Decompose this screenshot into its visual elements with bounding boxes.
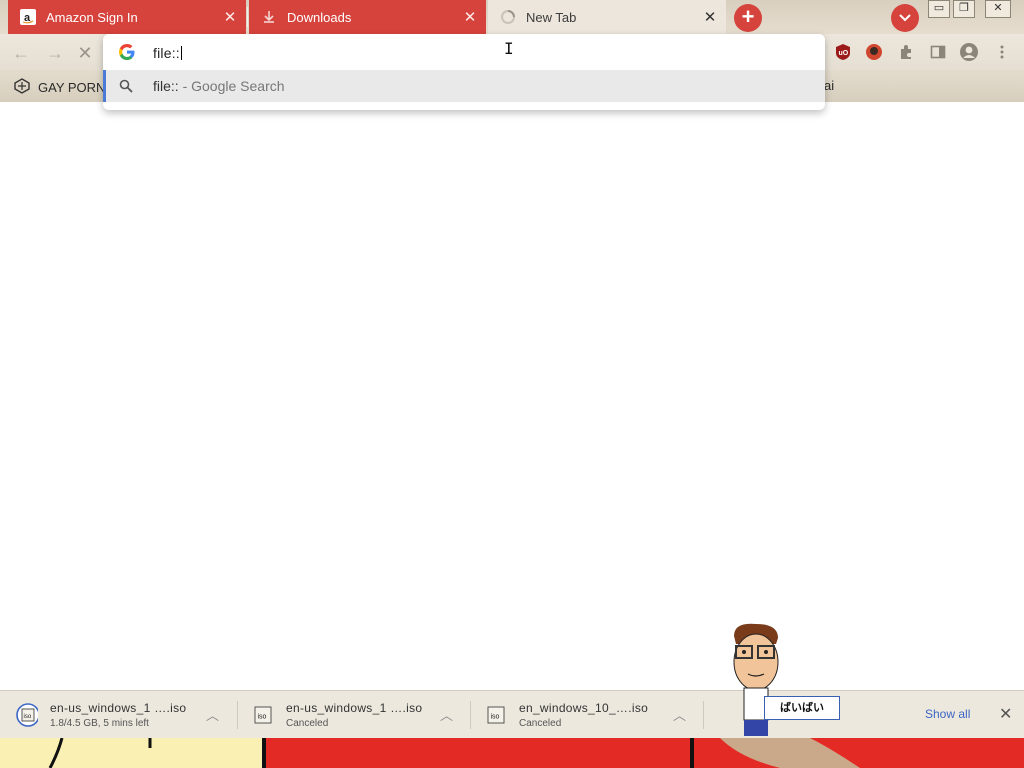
- extensions-puzzle-icon[interactable]: [896, 42, 916, 62]
- chevron-up-icon[interactable]: ︿: [206, 705, 219, 724]
- stop-loading-icon[interactable]: ✕: [74, 42, 96, 64]
- tab-close-icon[interactable]: ✕: [220, 7, 240, 27]
- back-arrow-icon[interactable]: ←: [10, 42, 32, 64]
- search-icon: [119, 79, 133, 93]
- ublock-icon[interactable]: uO: [833, 42, 853, 62]
- close-shelf-icon[interactable]: ✕: [999, 704, 1012, 724]
- chevron-down-icon: [899, 14, 911, 22]
- omnibox-suggestion[interactable]: file:: - Google Search: [103, 70, 825, 102]
- tab-title: Downloads: [287, 9, 352, 25]
- bookmark-ai[interactable]: ai: [824, 78, 834, 93]
- mouse-ibeam-cursor: I: [504, 39, 514, 58]
- minimize-button[interactable]: ▭: [928, 0, 950, 18]
- maximize-button[interactable]: ❐: [953, 0, 975, 18]
- side-panel-icon[interactable]: [928, 42, 948, 62]
- tab-strip: a Amazon Sign In ✕ Downloads ✕ New Tab ✕…: [0, 0, 1024, 34]
- profile-icon[interactable]: [959, 42, 979, 62]
- tab-new-tab[interactable]: New Tab ✕: [488, 0, 726, 34]
- svg-text:iso: iso: [258, 714, 267, 721]
- shelf-divider: [470, 701, 471, 729]
- google-g-icon: [119, 44, 135, 60]
- download-item[interactable]: iso en_windows_10_….iso Canceled ︿: [485, 691, 705, 739]
- desktop-mascot-character[interactable]: [726, 622, 786, 738]
- shelf-divider: [237, 701, 238, 729]
- bookmark-gay-porn[interactable]: GAY PORN: [14, 78, 105, 97]
- svg-text:iso: iso: [491, 714, 500, 721]
- tab-title: Amazon Sign In: [46, 9, 138, 25]
- bookmark-label: ai: [824, 78, 835, 93]
- download-status: Canceled: [286, 718, 329, 729]
- download-icon: [261, 9, 277, 25]
- shelf-divider: [703, 701, 704, 729]
- extension-avatar-icon[interactable]: [864, 42, 884, 62]
- suggestion-text: file:: - Google Search: [153, 78, 285, 94]
- new-tab-button[interactable]: +: [734, 4, 762, 32]
- forward-arrow-icon[interactable]: →: [44, 42, 66, 64]
- tab-search-button[interactable]: [891, 4, 919, 32]
- bookmark-site-icon: [14, 78, 30, 97]
- menu-kebab-icon[interactable]: [992, 42, 1012, 62]
- iso-file-icon: iso: [485, 704, 507, 726]
- tab-title: New Tab: [526, 9, 577, 25]
- desktop-wallpaper: [0, 738, 1024, 768]
- show-all-downloads-link[interactable]: Show all: [925, 707, 970, 721]
- amazon-icon: a: [20, 9, 36, 25]
- tab-downloads[interactable]: Downloads ✕: [249, 0, 486, 34]
- download-status: 1.8/4.5 GB, 5 mins left: [50, 718, 149, 729]
- iso-file-icon: iso: [252, 704, 274, 726]
- svg-text:uO: uO: [839, 50, 849, 57]
- iso-file-icon: iso: [16, 703, 38, 727]
- page-content: [0, 102, 1024, 690]
- chevron-up-icon[interactable]: ︿: [673, 705, 686, 724]
- tab-divider: [247, 7, 248, 27]
- chevron-up-icon[interactable]: ︿: [440, 705, 453, 724]
- tab-close-icon[interactable]: ✕: [460, 7, 480, 27]
- omnibox-input-value[interactable]: file::: [153, 45, 182, 61]
- loading-icon: [500, 9, 516, 25]
- download-filename: en_windows_10_….iso: [519, 701, 649, 715]
- text-caret: [180, 46, 182, 60]
- download-filename: en-us_windows_1 ….iso: [286, 701, 423, 715]
- omnibox-input[interactable]: file::: [103, 34, 825, 70]
- download-shelf: iso en-us_windows_1 ….iso 1.8/4.5 GB, 5 …: [0, 690, 1024, 738]
- download-filename: en-us_windows_1 ….iso: [50, 701, 187, 715]
- speech-bubble: ばいばい: [764, 696, 840, 720]
- download-status: Canceled: [519, 718, 562, 729]
- close-window-button[interactable]: ✕: [985, 0, 1011, 18]
- tab-close-icon[interactable]: ✕: [700, 7, 720, 27]
- download-item[interactable]: iso en-us_windows_1 ….iso Canceled ︿: [252, 691, 472, 739]
- svg-text:iso: iso: [24, 714, 32, 720]
- tab-amazon-sign-in[interactable]: a Amazon Sign In ✕: [8, 0, 246, 34]
- omnibox-popup: file:: file:: - Google Search: [103, 34, 825, 110]
- bookmark-label: GAY PORN: [38, 80, 106, 95]
- download-item[interactable]: iso en-us_windows_1 ….iso 1.8/4.5 GB, 5 …: [16, 691, 236, 739]
